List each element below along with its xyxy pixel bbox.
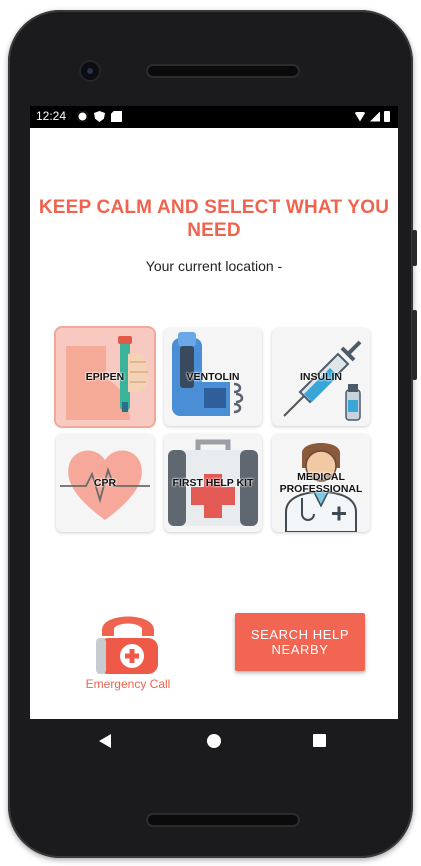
shield-icon (94, 111, 105, 122)
status-time: 12:24 (36, 109, 67, 123)
emergency-call-label: Emergency Call (85, 677, 171, 691)
option-label: MEDICAL PROFESSIONAL (279, 471, 363, 495)
volume-button (412, 230, 417, 266)
current-location-text: Your current location - (145, 258, 283, 274)
option-medical-professional[interactable]: MEDICAL PROFESSIONAL (272, 434, 370, 532)
front-camera (81, 62, 99, 80)
system-nav-bar (30, 719, 398, 767)
earpiece-speaker (148, 66, 298, 76)
option-label: FIRST HELP KIT (172, 477, 254, 489)
option-insulin[interactable]: INSULIN (272, 328, 370, 426)
option-label: VENTOLIN (186, 371, 240, 383)
home-icon[interactable] (207, 734, 221, 748)
option-label: INSULIN (300, 371, 342, 383)
search-help-nearby-button[interactable]: SEARCH HELP NEARBY (235, 613, 365, 671)
back-icon[interactable] (99, 734, 111, 748)
option-cpr[interactable]: CPR (56, 434, 154, 532)
wifi-icon (354, 111, 366, 122)
power-button (412, 310, 417, 380)
emergency-call-button[interactable]: Emergency Call (78, 606, 178, 696)
recents-icon[interactable] (313, 734, 326, 747)
page-title: KEEP CALM AND SELECT WHAT YOU NEED (38, 197, 390, 241)
option-epipen[interactable]: EPIPEN (56, 328, 154, 426)
option-ventolin[interactable]: VENTOLIN (164, 328, 262, 426)
emergency-phone-icon (96, 616, 158, 674)
option-label: CPR (93, 477, 117, 489)
option-first-help-kit[interactable]: FIRST HELP KIT (164, 434, 262, 532)
sd-card-icon (111, 111, 122, 122)
app-screen: 12:24 KEEP CALM AND SELECT WHAT YOU NEED… (30, 106, 398, 719)
options-grid: EPIPEN VENTOLIN INSULIN CPR FIRST HELP K… (56, 328, 372, 532)
cell-signal-icon (370, 111, 380, 122)
battery-icon (384, 111, 390, 122)
bottom-speaker (148, 815, 298, 825)
option-label: EPIPEN (85, 371, 125, 383)
gear-icon (77, 111, 88, 122)
status-bar: 12:24 (30, 106, 398, 128)
